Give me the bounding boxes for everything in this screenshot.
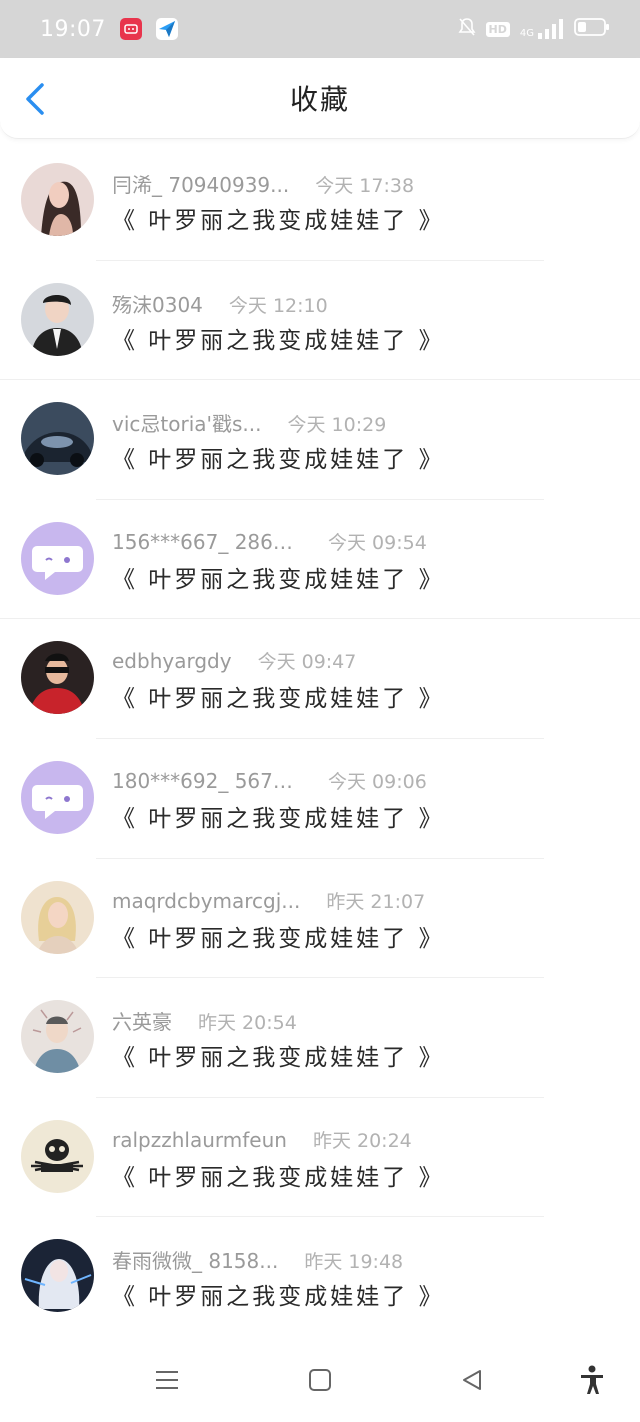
default-chat-avatar[interactable]: [21, 760, 94, 834]
item-meta: vic忌toria'戳s... 今天 10:29: [112, 408, 386, 437]
item-content[interactable]: 《 叶罗丽之我变成娃娃了 》: [112, 201, 445, 235]
list-item[interactable]: 156***667_ 2869... 今天 09:54 《 叶罗丽之我变成娃娃了…: [0, 500, 640, 620]
network-label: 4G: [519, 28, 534, 39]
timestamp: 今天 09:47: [257, 651, 357, 674]
favorites-list: 冃浠_ 70940939... 今天 17:38 《 叶罗丽之我变成娃娃了 》 …: [0, 141, 640, 1337]
item-content[interactable]: 《 叶罗丽之我变成娃娃了 》: [112, 919, 445, 953]
avatar[interactable]: [21, 163, 94, 236]
user-name[interactable]: edbhyargdy: [112, 649, 232, 673]
user-name[interactable]: 180***692_ 5671...: [112, 769, 302, 793]
item-meta: 六英豪 昨天 20:54: [112, 1006, 297, 1035]
menu-icon: [156, 1371, 178, 1389]
item-content[interactable]: 《 叶罗丽之我变成娃娃了 》: [112, 679, 445, 713]
avatar[interactable]: [21, 402, 94, 476]
user-name[interactable]: 春雨微微_ 8158...: [112, 1245, 278, 1274]
system-nav-bar: [0, 1336, 640, 1422]
back-button[interactable]: [20, 82, 50, 116]
status-left: 19:07: [40, 17, 178, 42]
blue-app-icon: [155, 18, 178, 40]
item-meta: 春雨微微_ 8158... 昨天 19:48: [112, 1245, 403, 1274]
nav-bar: 收藏: [0, 58, 640, 139]
avatar[interactable]: [21, 282, 94, 356]
item-content[interactable]: 《 叶罗丽之我变成娃娃了 》: [112, 440, 445, 474]
item-meta: 156***667_ 2869... 今天 09:54: [112, 528, 427, 555]
list-item[interactable]: 殇沫0304 今天 12:10 《 叶罗丽之我变成娃娃了 》: [0, 261, 640, 381]
user-name[interactable]: maqrdcbymarcgj...: [112, 889, 300, 913]
item-meta: 冃浠_ 70940939... 今天 17:38: [112, 169, 414, 198]
accessibility-icon: [581, 1365, 603, 1394]
item-meta: 殇沫0304 今天 12:10: [112, 289, 328, 318]
bell-off-icon: [458, 17, 476, 41]
back-nav-button[interactable]: [452, 1360, 492, 1400]
item-content[interactable]: 《 叶罗丽之我变成娃娃了 》: [112, 560, 445, 594]
user-name[interactable]: ralpzzhlaurmfeun: [112, 1128, 287, 1152]
item-meta: ralpzzhlaurmfeun 昨天 20:24: [112, 1126, 412, 1153]
item-content[interactable]: 《 叶罗丽之我变成娃娃了 》: [112, 1038, 445, 1072]
timestamp: 今天 09:54: [328, 531, 427, 554]
user-name[interactable]: vic忌toria'戳s...: [112, 408, 262, 437]
page-title: 收藏: [289, 83, 350, 116]
hd-label: HD: [488, 22, 507, 36]
status-right: HD 4G: [458, 17, 610, 41]
home-button[interactable]: [300, 1360, 340, 1400]
timestamp: 昨天 19:48: [304, 1251, 404, 1274]
hd-icon: HD: [485, 21, 510, 37]
item-meta: 180***692_ 5671... 今天 09:06: [112, 767, 427, 794]
timestamp: 昨天 21:07: [326, 890, 426, 913]
avatar[interactable]: [21, 1239, 94, 1313]
timestamp: 今天 09:06: [328, 770, 427, 793]
timestamp: 今天 10:29: [287, 414, 387, 437]
avatar[interactable]: [21, 1119, 94, 1193]
list-item[interactable]: ralpzzhlaurmfeun 昨天 20:24 《 叶罗丽之我变成娃娃了 》: [0, 1098, 640, 1218]
battery-icon: [574, 17, 610, 41]
item-content[interactable]: 《 叶罗丽之我变成娃娃了 》: [112, 1277, 445, 1311]
status-time: 19:07: [40, 16, 106, 42]
chevron-left-icon: [26, 83, 44, 115]
timestamp: 昨天 20:54: [198, 1012, 297, 1035]
timestamp: 今天 12:10: [228, 294, 328, 317]
signal-4g-icon: 4G: [520, 19, 564, 39]
user-name[interactable]: 殇沫0304: [112, 289, 203, 318]
list-item[interactable]: 六英豪 昨天 20:54 《 叶罗丽之我变成娃娃了 》: [0, 978, 640, 1098]
list-item[interactable]: maqrdcbymarcgj... 昨天 21:07 《 叶罗丽之我变成娃娃了 …: [0, 859, 640, 979]
menu-button[interactable]: [147, 1360, 187, 1400]
avatar[interactable]: [21, 641, 94, 715]
user-name[interactable]: 冃浠_ 70940939...: [112, 169, 289, 198]
avatar[interactable]: [21, 1000, 94, 1074]
item-content[interactable]: 《 叶罗丽之我变成娃娃了 》: [112, 321, 445, 355]
accessibility-button[interactable]: [572, 1360, 612, 1400]
list-item[interactable]: 180***692_ 5671... 今天 09:06 《 叶罗丽之我变成娃娃了…: [0, 739, 640, 859]
avatar[interactable]: [21, 880, 94, 954]
item-content[interactable]: 《 叶罗丽之我变成娃娃了 》: [112, 799, 445, 833]
list-item[interactable]: 冃浠_ 70940939... 今天 17:38 《 叶罗丽之我变成娃娃了 》: [0, 141, 640, 261]
home-icon: [309, 1369, 331, 1391]
status-bar: 19:07 HD 4G: [0, 0, 640, 58]
back-icon: [463, 1370, 481, 1390]
item-meta: maqrdcbymarcgj... 昨天 21:07: [112, 887, 425, 914]
user-name[interactable]: 156***667_ 2869...: [112, 530, 302, 554]
red-app-icon: [119, 18, 142, 40]
list-item[interactable]: edbhyargdy 今天 09:47 《 叶罗丽之我变成娃娃了 》: [0, 619, 640, 739]
timestamp: 今天 17:38: [315, 175, 415, 197]
timestamp: 昨天 20:24: [312, 1129, 412, 1152]
item-meta: edbhyargdy 今天 09:47: [112, 647, 356, 674]
list-item[interactable]: 春雨微微_ 8158... 昨天 19:48 《 叶罗丽之我变成娃娃了 》: [0, 1217, 640, 1337]
user-name[interactable]: 六英豪: [112, 1006, 172, 1035]
list-item[interactable]: vic忌toria'戳s... 今天 10:29 《 叶罗丽之我变成娃娃了 》: [0, 380, 640, 500]
item-content[interactable]: 《 叶罗丽之我变成娃娃了 》: [112, 1158, 445, 1192]
default-chat-avatar[interactable]: [21, 521, 94, 595]
